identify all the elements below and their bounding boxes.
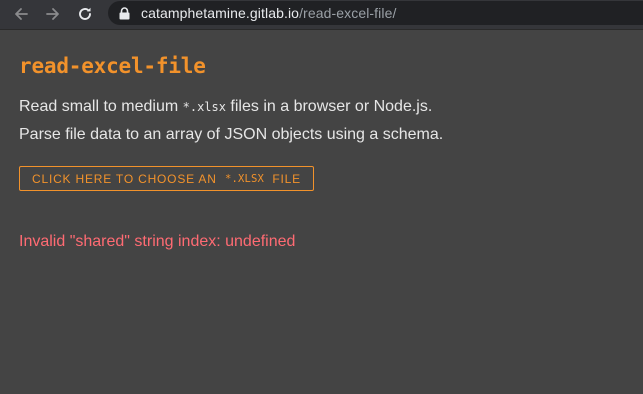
- reload-button[interactable]: [74, 3, 96, 25]
- url-path: /read-excel-file/: [299, 5, 397, 21]
- file-extension-code: *.xlsx: [182, 100, 226, 114]
- arrow-left-icon: [15, 8, 28, 20]
- arrow-right-icon: [46, 8, 59, 20]
- error-message: Invalid "shared" string index: undefined: [19, 233, 296, 250]
- reload-icon: [79, 7, 91, 20]
- description-line-2: Parse file data to an array of JSON obje…: [19, 126, 444, 143]
- choose-file-label-end: FILE: [268, 171, 301, 186]
- description-text: Read small to medium: [19, 98, 183, 115]
- page-title: read-excel-file: [19, 54, 206, 78]
- choose-file-button[interactable]: CLICK HERE TO CHOOSE AN *.XLSX FILE: [19, 166, 314, 191]
- description-line-1: Read small to medium *.xlsx files in a b…: [19, 98, 432, 116]
- lock-icon: [117, 5, 131, 21]
- file-extension-code: *.XLSX: [224, 172, 265, 185]
- url-text: catamphetamine.gitlab.io/read-excel-file…: [141, 5, 396, 21]
- url-host: catamphetamine.gitlab.io: [141, 5, 300, 21]
- forward-button[interactable]: [42, 3, 64, 25]
- browser-toolbar: catamphetamine.gitlab.io/read-excel-file…: [0, 0, 643, 30]
- description-text: files in a browser or Node.js.: [225, 98, 433, 115]
- address-bar[interactable]: catamphetamine.gitlab.io/read-excel-file…: [108, 1, 643, 25]
- back-button[interactable]: [10, 3, 32, 25]
- choose-file-label: CLICK HERE TO CHOOSE AN: [32, 171, 221, 186]
